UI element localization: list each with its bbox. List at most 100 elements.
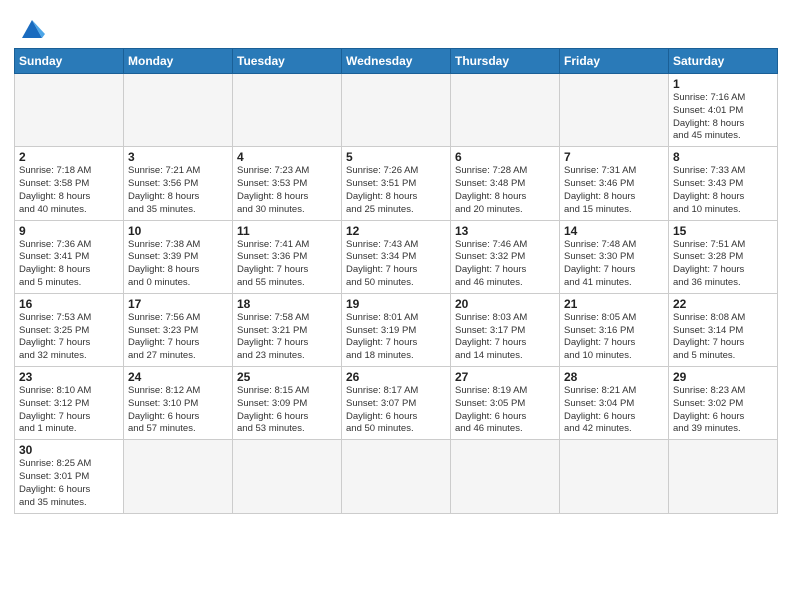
- day-info: Sunrise: 8:15 AM Sunset: 3:09 PM Dayligh…: [237, 385, 337, 436]
- weekday-header: Saturday: [669, 49, 778, 74]
- day-info: Sunrise: 7:56 AM Sunset: 3:23 PM Dayligh…: [128, 312, 228, 363]
- calendar-header-row: SundayMondayTuesdayWednesdayThursdayFrid…: [15, 49, 778, 74]
- day-number: 17: [128, 297, 228, 311]
- day-info: Sunrise: 7:23 AM Sunset: 3:53 PM Dayligh…: [237, 165, 337, 216]
- day-number: 23: [19, 370, 119, 384]
- calendar-week-row: 23Sunrise: 8:10 AM Sunset: 3:12 PM Dayli…: [15, 367, 778, 440]
- calendar-table: SundayMondayTuesdayWednesdayThursdayFrid…: [14, 48, 778, 514]
- day-number: 15: [673, 224, 773, 238]
- day-info: Sunrise: 7:38 AM Sunset: 3:39 PM Dayligh…: [128, 239, 228, 290]
- weekday-header: Wednesday: [342, 49, 451, 74]
- day-number: 12: [346, 224, 446, 238]
- calendar-cell: 24Sunrise: 8:12 AM Sunset: 3:10 PM Dayli…: [124, 367, 233, 440]
- calendar-cell: 5Sunrise: 7:26 AM Sunset: 3:51 PM Daylig…: [342, 147, 451, 220]
- calendar-cell: 7Sunrise: 7:31 AM Sunset: 3:46 PM Daylig…: [560, 147, 669, 220]
- day-number: 20: [455, 297, 555, 311]
- day-info: Sunrise: 7:18 AM Sunset: 3:58 PM Dayligh…: [19, 165, 119, 216]
- day-number: 11: [237, 224, 337, 238]
- day-info: Sunrise: 8:21 AM Sunset: 3:04 PM Dayligh…: [564, 385, 664, 436]
- calendar-cell: [342, 440, 451, 513]
- calendar-week-row: 2Sunrise: 7:18 AM Sunset: 3:58 PM Daylig…: [15, 147, 778, 220]
- calendar-cell: 20Sunrise: 8:03 AM Sunset: 3:17 PM Dayli…: [451, 293, 560, 366]
- calendar-cell: [233, 74, 342, 147]
- day-number: 24: [128, 370, 228, 384]
- day-info: Sunrise: 7:53 AM Sunset: 3:25 PM Dayligh…: [19, 312, 119, 363]
- day-number: 4: [237, 150, 337, 164]
- day-info: Sunrise: 8:10 AM Sunset: 3:12 PM Dayligh…: [19, 385, 119, 436]
- day-number: 26: [346, 370, 446, 384]
- day-info: Sunrise: 7:43 AM Sunset: 3:34 PM Dayligh…: [346, 239, 446, 290]
- day-number: 7: [564, 150, 664, 164]
- calendar-cell: 29Sunrise: 8:23 AM Sunset: 3:02 PM Dayli…: [669, 367, 778, 440]
- calendar-cell: [560, 440, 669, 513]
- calendar-cell: [15, 74, 124, 147]
- calendar-cell: 17Sunrise: 7:56 AM Sunset: 3:23 PM Dayli…: [124, 293, 233, 366]
- day-number: 19: [346, 297, 446, 311]
- day-number: 5: [346, 150, 446, 164]
- logo-icon: [17, 16, 47, 42]
- day-number: 10: [128, 224, 228, 238]
- calendar-cell: 12Sunrise: 7:43 AM Sunset: 3:34 PM Dayli…: [342, 220, 451, 293]
- calendar-cell: 26Sunrise: 8:17 AM Sunset: 3:07 PM Dayli…: [342, 367, 451, 440]
- calendar-cell: 28Sunrise: 8:21 AM Sunset: 3:04 PM Dayli…: [560, 367, 669, 440]
- day-number: 29: [673, 370, 773, 384]
- calendar-cell: 6Sunrise: 7:28 AM Sunset: 3:48 PM Daylig…: [451, 147, 560, 220]
- day-info: Sunrise: 7:28 AM Sunset: 3:48 PM Dayligh…: [455, 165, 555, 216]
- day-info: Sunrise: 8:03 AM Sunset: 3:17 PM Dayligh…: [455, 312, 555, 363]
- calendar-cell: 27Sunrise: 8:19 AM Sunset: 3:05 PM Dayli…: [451, 367, 560, 440]
- day-info: Sunrise: 7:33 AM Sunset: 3:43 PM Dayligh…: [673, 165, 773, 216]
- calendar-cell: [342, 74, 451, 147]
- calendar-week-row: 30Sunrise: 8:25 AM Sunset: 3:01 PM Dayli…: [15, 440, 778, 513]
- day-number: 3: [128, 150, 228, 164]
- calendar-cell: [669, 440, 778, 513]
- calendar-cell: 16Sunrise: 7:53 AM Sunset: 3:25 PM Dayli…: [15, 293, 124, 366]
- calendar-cell: 13Sunrise: 7:46 AM Sunset: 3:32 PM Dayli…: [451, 220, 560, 293]
- calendar-cell: 23Sunrise: 8:10 AM Sunset: 3:12 PM Dayli…: [15, 367, 124, 440]
- day-info: Sunrise: 8:25 AM Sunset: 3:01 PM Dayligh…: [19, 458, 119, 509]
- day-info: Sunrise: 7:51 AM Sunset: 3:28 PM Dayligh…: [673, 239, 773, 290]
- day-info: Sunrise: 7:41 AM Sunset: 3:36 PM Dayligh…: [237, 239, 337, 290]
- calendar-week-row: 9Sunrise: 7:36 AM Sunset: 3:41 PM Daylig…: [15, 220, 778, 293]
- weekday-header: Thursday: [451, 49, 560, 74]
- weekday-header: Tuesday: [233, 49, 342, 74]
- calendar-cell: [124, 440, 233, 513]
- weekday-header: Friday: [560, 49, 669, 74]
- day-info: Sunrise: 8:12 AM Sunset: 3:10 PM Dayligh…: [128, 385, 228, 436]
- day-info: Sunrise: 7:21 AM Sunset: 3:56 PM Dayligh…: [128, 165, 228, 216]
- day-number: 6: [455, 150, 555, 164]
- calendar-week-row: 16Sunrise: 7:53 AM Sunset: 3:25 PM Dayli…: [15, 293, 778, 366]
- calendar-cell: 2Sunrise: 7:18 AM Sunset: 3:58 PM Daylig…: [15, 147, 124, 220]
- logo: [14, 16, 47, 42]
- calendar-cell: 9Sunrise: 7:36 AM Sunset: 3:41 PM Daylig…: [15, 220, 124, 293]
- calendar-cell: [451, 440, 560, 513]
- day-info: Sunrise: 7:48 AM Sunset: 3:30 PM Dayligh…: [564, 239, 664, 290]
- calendar-cell: 21Sunrise: 8:05 AM Sunset: 3:16 PM Dayli…: [560, 293, 669, 366]
- day-number: 28: [564, 370, 664, 384]
- day-number: 9: [19, 224, 119, 238]
- day-number: 2: [19, 150, 119, 164]
- weekday-header: Sunday: [15, 49, 124, 74]
- day-info: Sunrise: 8:01 AM Sunset: 3:19 PM Dayligh…: [346, 312, 446, 363]
- calendar-cell: 22Sunrise: 8:08 AM Sunset: 3:14 PM Dayli…: [669, 293, 778, 366]
- day-info: Sunrise: 8:08 AM Sunset: 3:14 PM Dayligh…: [673, 312, 773, 363]
- calendar-cell: 18Sunrise: 7:58 AM Sunset: 3:21 PM Dayli…: [233, 293, 342, 366]
- weekday-header: Monday: [124, 49, 233, 74]
- header: [14, 10, 778, 42]
- day-number: 14: [564, 224, 664, 238]
- calendar-cell: 4Sunrise: 7:23 AM Sunset: 3:53 PM Daylig…: [233, 147, 342, 220]
- day-number: 16: [19, 297, 119, 311]
- calendar-cell: [560, 74, 669, 147]
- day-info: Sunrise: 7:16 AM Sunset: 4:01 PM Dayligh…: [673, 92, 773, 143]
- calendar-cell: 30Sunrise: 8:25 AM Sunset: 3:01 PM Dayli…: [15, 440, 124, 513]
- calendar-cell: [233, 440, 342, 513]
- day-info: Sunrise: 7:26 AM Sunset: 3:51 PM Dayligh…: [346, 165, 446, 216]
- calendar-cell: 8Sunrise: 7:33 AM Sunset: 3:43 PM Daylig…: [669, 147, 778, 220]
- calendar-cell: 14Sunrise: 7:48 AM Sunset: 3:30 PM Dayli…: [560, 220, 669, 293]
- day-info: Sunrise: 7:36 AM Sunset: 3:41 PM Dayligh…: [19, 239, 119, 290]
- calendar-cell: 10Sunrise: 7:38 AM Sunset: 3:39 PM Dayli…: [124, 220, 233, 293]
- day-info: Sunrise: 7:31 AM Sunset: 3:46 PM Dayligh…: [564, 165, 664, 216]
- calendar-cell: [124, 74, 233, 147]
- day-number: 18: [237, 297, 337, 311]
- day-info: Sunrise: 7:46 AM Sunset: 3:32 PM Dayligh…: [455, 239, 555, 290]
- calendar-cell: 19Sunrise: 8:01 AM Sunset: 3:19 PM Dayli…: [342, 293, 451, 366]
